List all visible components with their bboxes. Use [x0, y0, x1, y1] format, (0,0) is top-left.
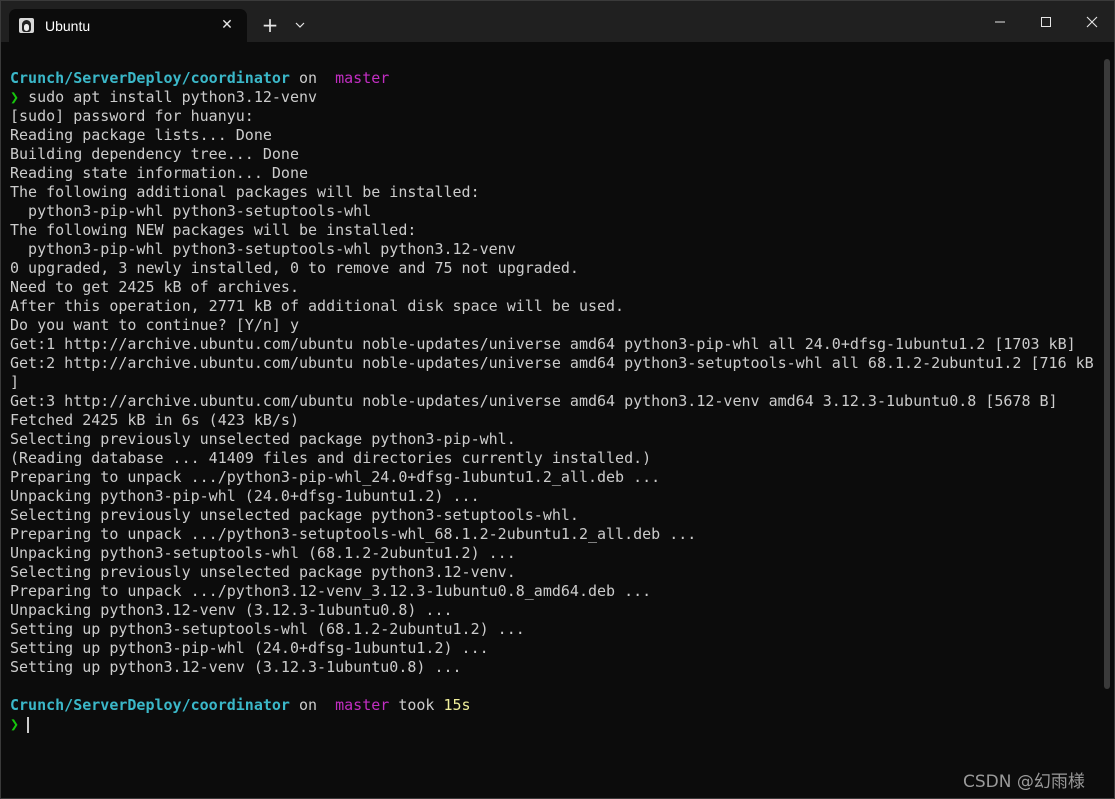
prompt-branch: master	[335, 69, 390, 87]
output-line: Selecting previously unselected package …	[10, 430, 516, 448]
command-line: ❯ sudo apt install python3.12-venv	[10, 88, 1100, 107]
prompt-on: on	[299, 69, 318, 87]
output-line: Reading package lists... Done	[10, 126, 272, 144]
tab-dropdown-button[interactable]	[289, 13, 311, 37]
output-line: (Reading database ... 41409 files and di…	[10, 449, 652, 467]
command-text: sudo apt install python3.12-venv	[28, 88, 318, 106]
output-line: Unpacking python3-setuptools-whl (68.1.2…	[10, 544, 516, 562]
minimize-icon	[995, 21, 1005, 22]
output-line: 0 upgraded, 3 newly installed, 0 to remo…	[10, 259, 579, 277]
title-bar[interactable]: Ubuntu ✕ +	[1, 1, 1114, 42]
tab-ubuntu[interactable]: Ubuntu ✕	[9, 9, 247, 42]
output-line: Setting up python3-pip-whl (24.0+dfsg-1u…	[10, 639, 489, 657]
output-line: Reading state information... Done	[10, 164, 309, 182]
prompt-path: Crunch/ServerDeploy/coordinator	[10, 696, 290, 714]
output-line: python3-pip-whl python3-setuptools-whl	[10, 202, 372, 220]
tab-title: Ubuntu	[45, 18, 91, 34]
chevron-down-icon	[295, 22, 305, 28]
prompt-line: Crunch/ServerDeploy/coordinator on maste…	[10, 696, 1100, 715]
tab-close-button[interactable]: ✕	[215, 13, 239, 37]
output-line: Preparing to unpack .../python3-setuptoo…	[10, 525, 697, 543]
vertical-scrollbar[interactable]	[1104, 59, 1110, 689]
close-icon	[1086, 16, 1098, 27]
prompt-path: Crunch/ServerDeploy/coordinator	[10, 69, 290, 87]
prompt-duration: 15s	[443, 696, 471, 714]
output-line: [sudo] password for huanyu:	[10, 107, 254, 125]
maximize-icon	[1041, 16, 1051, 27]
maximize-button[interactable]	[1023, 1, 1069, 42]
output-line: Selecting previously unselected package …	[10, 563, 516, 581]
output-line: Unpacking python3.12-venv (3.12.3-1ubunt…	[10, 601, 453, 619]
prompt-line: Crunch/ServerDeploy/coordinator on maste…	[10, 69, 1100, 88]
output-line: Fetched 2425 kB in 6s (423 kB/s)	[10, 411, 299, 429]
prompt-on: on	[299, 696, 318, 714]
output-line: Do you want to continue? [Y/n] y	[10, 316, 299, 334]
output-line: Selecting previously unselected package …	[10, 506, 579, 524]
prompt-symbol: ❯	[10, 88, 20, 106]
output-line: After this operation, 2771 kB of additio…	[10, 297, 625, 315]
output-line: Need to get 2425 kB of archives.	[10, 278, 299, 296]
output-line: ]	[10, 373, 20, 391]
command-output: [sudo] password for huanyu: Reading packa…	[10, 107, 1100, 677]
new-tab-button[interactable]: +	[258, 13, 282, 37]
watermark: CSDN @幻雨様	[963, 772, 1085, 792]
output-line: Get:1 http://archive.ubuntu.com/ubuntu n…	[10, 335, 1076, 353]
ubuntu-penguin-icon	[19, 18, 34, 33]
minimize-button[interactable]	[977, 1, 1023, 42]
output-line: python3-pip-whl python3-setuptools-whl p…	[10, 240, 516, 258]
input-line[interactable]: ❯	[10, 715, 1100, 734]
output-line: Preparing to unpack .../python3-pip-whl_…	[10, 468, 661, 486]
output-line: Setting up python3.12-venv (3.12.3-1ubun…	[10, 658, 462, 676]
prompt-symbol: ❯	[10, 715, 20, 733]
prompt-branch: master	[335, 696, 390, 714]
output-line: Setting up python3-setuptools-whl (68.1.…	[10, 620, 525, 638]
close-window-button[interactable]	[1069, 1, 1114, 42]
output-line: The following additional packages will b…	[10, 183, 480, 201]
output-line: Get:2 http://archive.ubuntu.com/ubuntu n…	[10, 354, 1094, 372]
terminal-window: Ubuntu ✕ + Crunch/ServerDeploy/coordinat…	[0, 0, 1115, 799]
terminal-output[interactable]: Crunch/ServerDeploy/coordinator on maste…	[10, 69, 1100, 769]
text-cursor	[27, 716, 30, 733]
output-line: Building dependency tree... Done	[10, 145, 299, 163]
prompt-took: took	[398, 696, 435, 714]
output-line: Get:3 http://archive.ubuntu.com/ubuntu n…	[10, 392, 1058, 410]
output-line: The following NEW packages will be insta…	[10, 221, 417, 239]
output-line: Preparing to unpack .../python3.12-venv_…	[10, 582, 652, 600]
output-line: Unpacking python3-pip-whl (24.0+dfsg-1ub…	[10, 487, 480, 505]
